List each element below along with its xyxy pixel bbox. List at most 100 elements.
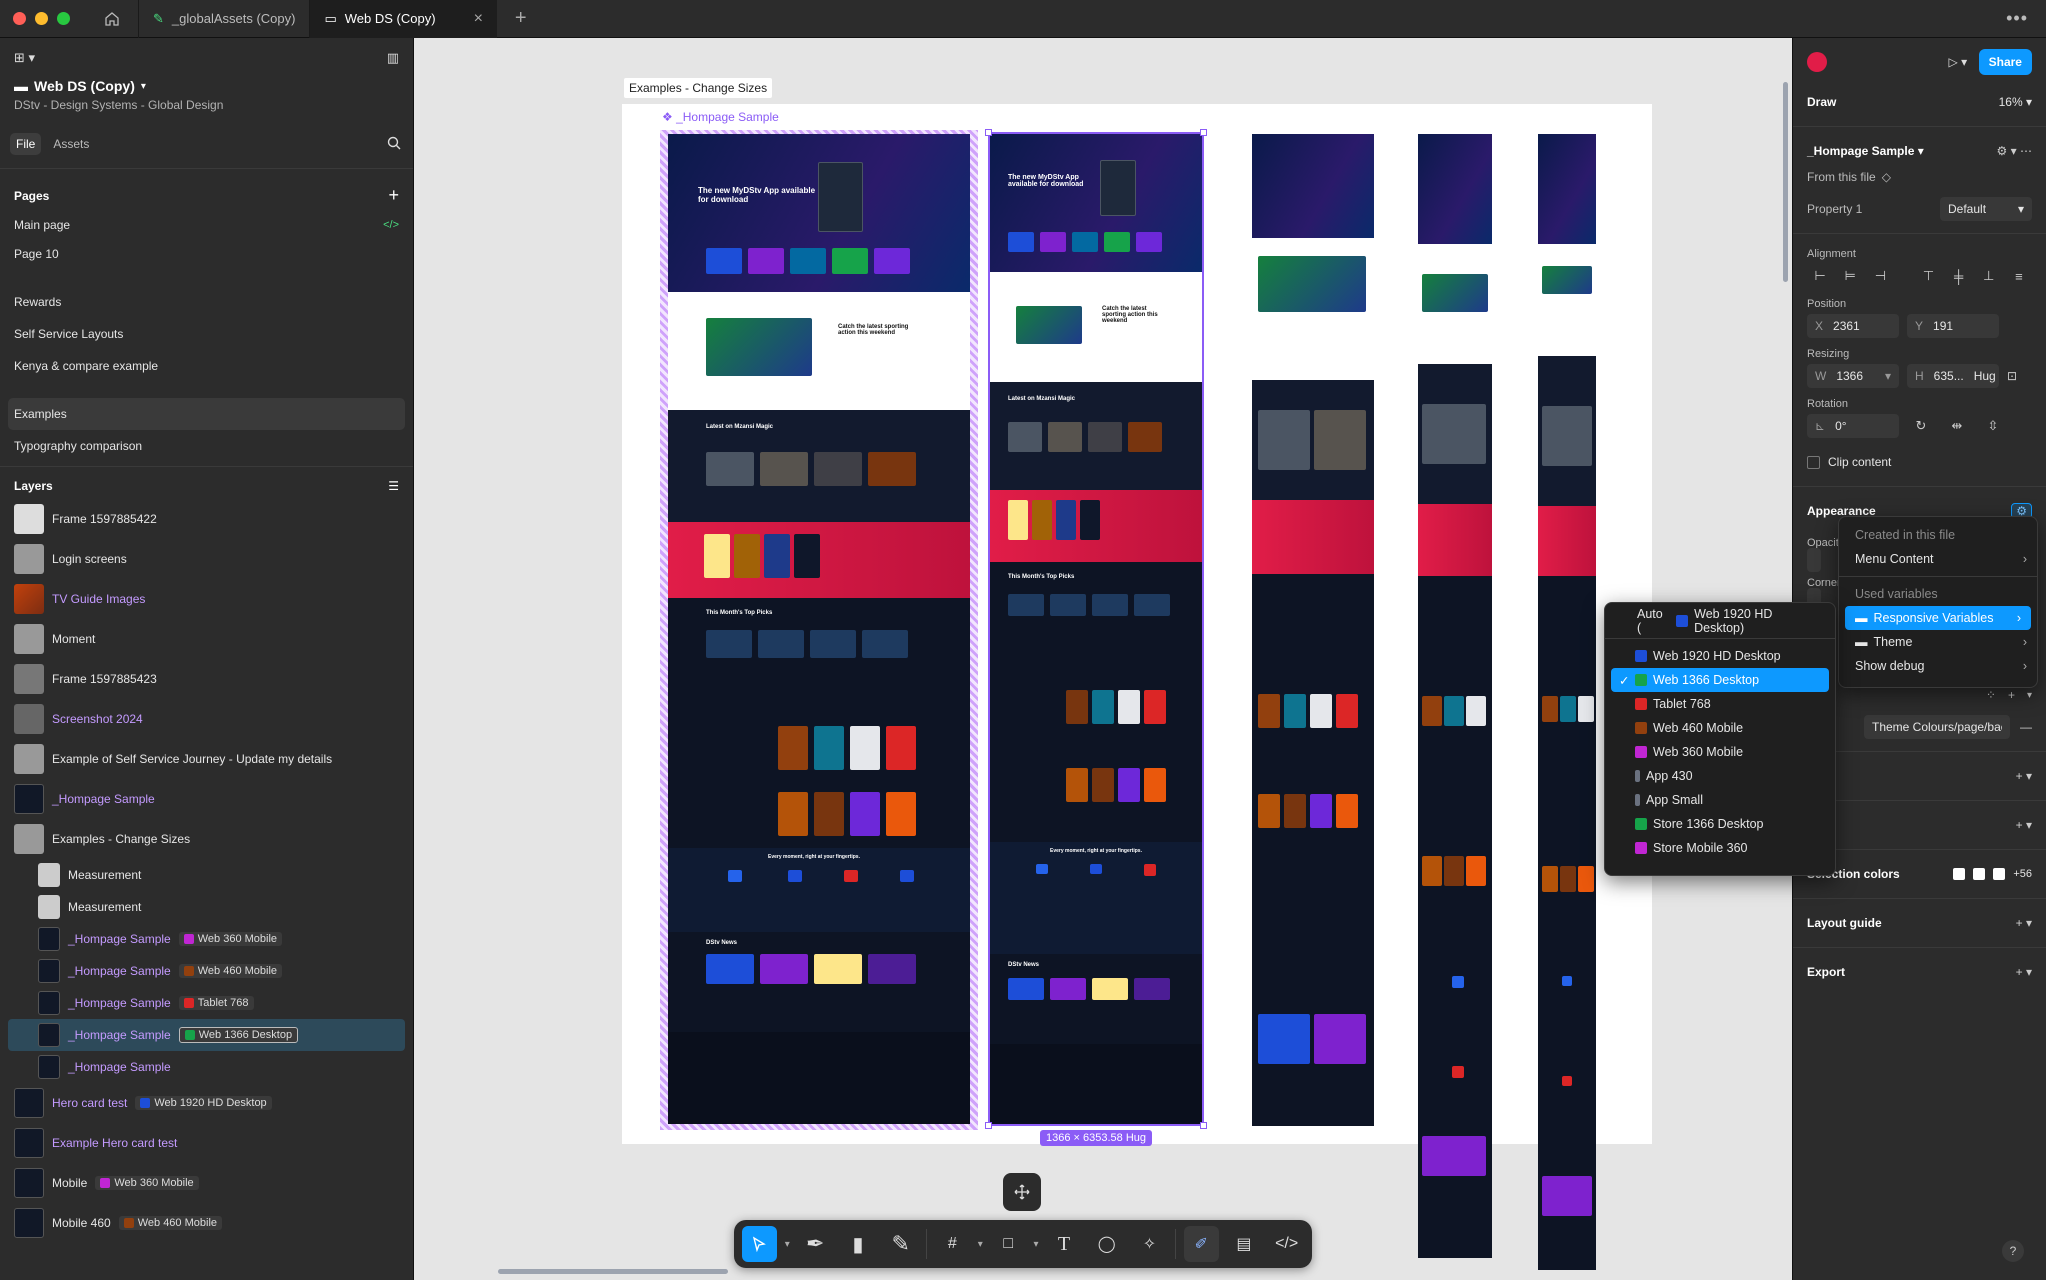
- play-icon[interactable]: ▷ ▾: [1949, 55, 1968, 69]
- property-select[interactable]: Default ▾: [1940, 197, 2032, 221]
- actions-tool-button[interactable]: ✧: [1132, 1226, 1167, 1262]
- chevron-down-icon[interactable]: ▾: [978, 1239, 983, 1250]
- homepage-768-preview[interactable]: [1252, 134, 1374, 1126]
- show-debug-item[interactable]: Show debug ›: [1839, 654, 2037, 678]
- search-icon[interactable]: [387, 136, 401, 153]
- settings-icon[interactable]: ⚙ ▾ ⋯: [1997, 144, 2032, 158]
- align-top-icon[interactable]: ⊤: [1915, 268, 1941, 284]
- mode-store-1366[interactable]: Store 1366 Desktop: [1605, 812, 1835, 836]
- canvas-vertical-scrollbar[interactable]: [1783, 82, 1788, 282]
- tab-web-ds[interactable]: ▭ Web DS (Copy) ×: [309, 0, 497, 38]
- resize-handle[interactable]: [1200, 129, 1207, 136]
- layer-item[interactable]: Hero card test Web 1920 HD Desktop: [0, 1083, 413, 1123]
- more-icon[interactable]: •••: [2006, 8, 2028, 29]
- maximize-window-button[interactable]: [57, 12, 70, 25]
- shape-tool-button[interactable]: □: [991, 1226, 1026, 1262]
- pen-tool-button[interactable]: ✒: [798, 1226, 833, 1262]
- component-label[interactable]: ❖ _Hompage Sample: [662, 110, 779, 124]
- align-left-icon[interactable]: ⊢: [1807, 268, 1833, 284]
- rotate-icon[interactable]: ↻: [1907, 418, 1935, 434]
- distribute-icon[interactable]: ≡: [2006, 269, 2032, 284]
- layers-list-icon[interactable]: ☰: [388, 479, 399, 493]
- opacity-field[interactable]: [1807, 548, 1821, 572]
- comment-tool-button[interactable]: ◯: [1089, 1226, 1124, 1262]
- mode-web-1920[interactable]: Web 1920 HD Desktop: [1605, 644, 1835, 668]
- layer-item[interactable]: Mobile 460 Web 460 Mobile: [0, 1203, 413, 1243]
- layer-item[interactable]: Frame 1597885423: [0, 659, 413, 699]
- close-tab-icon[interactable]: ×: [474, 10, 483, 28]
- y-field[interactable]: Y 191: [1907, 314, 1999, 338]
- align-bottom-icon[interactable]: ⊥: [1976, 268, 2002, 284]
- actions-button[interactable]: [1003, 1173, 1041, 1211]
- tab-assets[interactable]: Assets: [47, 133, 95, 155]
- color-swatch[interactable]: [1973, 868, 1986, 880]
- layer-item[interactable]: _Hompage Sample: [0, 1051, 413, 1083]
- zoom-level[interactable]: 16% ▾: [1999, 95, 2032, 109]
- add-export-icon[interactable]: + ▾: [2016, 965, 2032, 979]
- add-layout-guide-icon[interactable]: + ▾: [2016, 916, 2032, 930]
- canvas[interactable]: Examples - Change Sizes ❖ _Hompage Sampl…: [414, 38, 1792, 1280]
- frame-tool-button[interactable]: #: [935, 1226, 970, 1262]
- homepage-1920-preview[interactable]: The new MyDStv App available for downloa…: [668, 134, 970, 1124]
- draw-mode-button[interactable]: ✐: [1183, 1226, 1219, 1262]
- styles-icon[interactable]: ⁘: [1986, 688, 1996, 702]
- color-swatch[interactable]: [1993, 868, 2006, 880]
- align-right-icon[interactable]: ⊣: [1867, 268, 1893, 284]
- clip-content-checkbox[interactable]: [1807, 455, 1820, 469]
- share-button[interactable]: Share: [1978, 49, 2032, 75]
- chevron-down-icon[interactable]: ▾: [1034, 1239, 1039, 1250]
- homepage-360-preview[interactable]: [1538, 134, 1596, 1270]
- mode-auto[interactable]: Auto ( Web 1920 HD Desktop): [1605, 607, 1835, 635]
- dev-mode-button[interactable]: </>: [1269, 1226, 1304, 1262]
- layer-item[interactable]: Measurement: [0, 859, 413, 891]
- resize-constraints-icon[interactable]: ⊡: [2007, 369, 2017, 383]
- close-window-button[interactable]: [13, 12, 26, 25]
- x-field[interactable]: X 2361: [1807, 314, 1899, 338]
- fill-variable[interactable]: Theme Colours/page/bac...: [1864, 715, 2010, 739]
- mode-web-460[interactable]: Web 460 Mobile: [1605, 716, 1835, 740]
- layer-item[interactable]: Mobile Web 360 Mobile: [0, 1163, 413, 1203]
- selection-swatches[interactable]: +56: [1953, 868, 2032, 880]
- move-tool-button[interactable]: [742, 1226, 777, 1262]
- layer-item[interactable]: _Hompage Sample Web 460 Mobile: [0, 955, 413, 987]
- tab-file[interactable]: File: [10, 133, 42, 155]
- remove-fill-icon[interactable]: —: [2020, 720, 2032, 734]
- resize-handle[interactable]: [1200, 1122, 1207, 1129]
- layer-item[interactable]: Screenshot 2024: [0, 699, 413, 739]
- menu-content-item[interactable]: Menu Content ›: [1839, 547, 2037, 571]
- add-page-icon[interactable]: +: [388, 185, 399, 206]
- design-mode-button[interactable]: ▤: [1227, 1226, 1262, 1262]
- toggle-sidebar-icon[interactable]: ▥: [387, 50, 399, 66]
- width-field[interactable]: W 1366 ▾: [1807, 364, 1899, 388]
- layer-item[interactable]: Examples - Change Sizes: [0, 819, 413, 859]
- layer-item[interactable]: _Hompage Sample Tablet 768: [0, 987, 413, 1019]
- chevron-down-icon[interactable]: ▾: [785, 1239, 790, 1250]
- avatar[interactable]: [1807, 52, 1827, 72]
- mode-tablet-768[interactable]: Tablet 768: [1605, 692, 1835, 716]
- add-fill-icon[interactable]: +: [2008, 688, 2015, 702]
- layer-item[interactable]: Measurement: [0, 891, 413, 923]
- home-icon[interactable]: [100, 7, 124, 31]
- flip-horizontal-icon[interactable]: ⇹: [1943, 418, 1971, 434]
- figma-menu-icon[interactable]: ⊞ ▾: [14, 50, 35, 66]
- align-center-h-icon[interactable]: ⊨: [1837, 268, 1863, 284]
- layer-item[interactable]: Frame 1597885422: [0, 499, 413, 539]
- page-10[interactable]: Page 10: [0, 238, 413, 270]
- component-name[interactable]: _Hompage Sample ▾: [1807, 144, 1924, 158]
- page-kenya[interactable]: Kenya & compare example: [0, 350, 413, 382]
- page-main[interactable]: Main page </>: [0, 212, 413, 238]
- text-tool-button[interactable]: T: [1047, 1226, 1082, 1262]
- layer-item[interactable]: _Hompage Sample: [0, 779, 413, 819]
- help-button[interactable]: ?: [2002, 1240, 2024, 1262]
- flip-vertical-icon[interactable]: ⇳: [1979, 418, 2007, 434]
- minimize-window-button[interactable]: [35, 12, 48, 25]
- layer-item[interactable]: TV Guide Images: [0, 579, 413, 619]
- height-field[interactable]: H 635... Hug: [1907, 364, 1999, 388]
- file-name[interactable]: ▬ Web DS (Copy) ▾: [0, 78, 413, 94]
- mode-app-430[interactable]: App 430: [1605, 764, 1835, 788]
- layer-item-selected[interactable]: _Hompage Sample Web 1366 Desktop: [8, 1019, 405, 1051]
- align-middle-icon[interactable]: ╪: [1946, 269, 1972, 284]
- marker-tool-button[interactable]: ▮: [841, 1226, 876, 1262]
- page-rewards[interactable]: Rewards: [0, 286, 413, 318]
- mode-app-small[interactable]: App Small: [1605, 788, 1835, 812]
